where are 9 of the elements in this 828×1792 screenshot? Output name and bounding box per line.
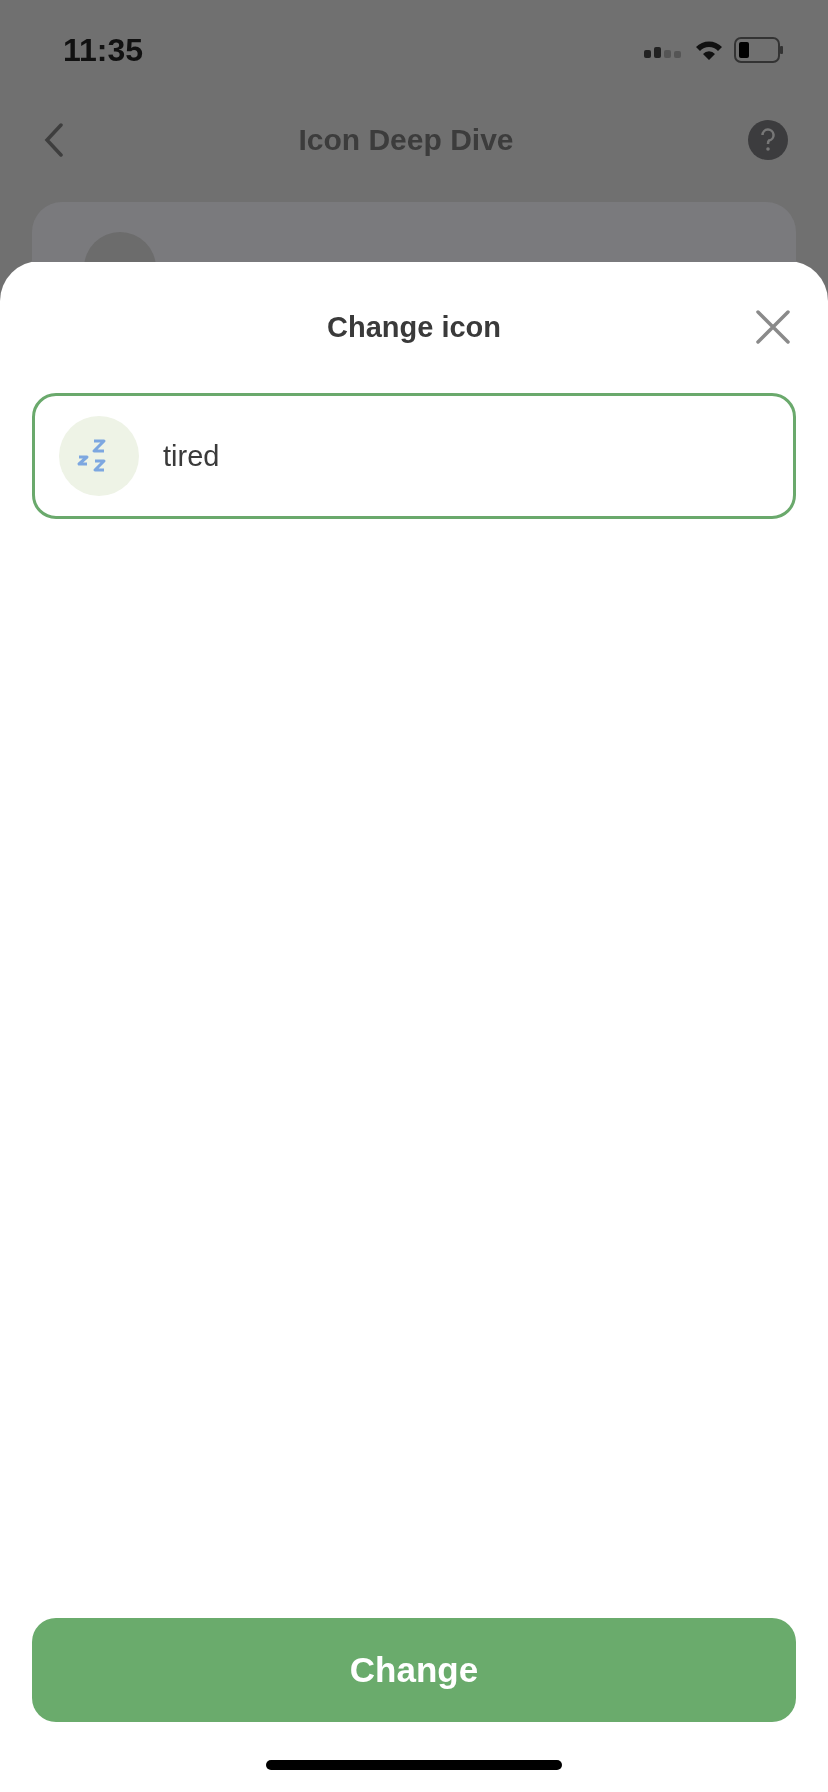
sheet-title: Change icon [327, 310, 501, 344]
close-icon[interactable] [756, 310, 790, 344]
back-icon[interactable] [44, 123, 64, 157]
status-time: 11:35 [63, 31, 144, 69]
icon-option[interactable]: tired [32, 393, 796, 519]
sleep-icon [59, 416, 139, 496]
battery-icon [734, 37, 784, 63]
help-icon[interactable] [748, 120, 788, 160]
wifi-icon [694, 39, 724, 61]
